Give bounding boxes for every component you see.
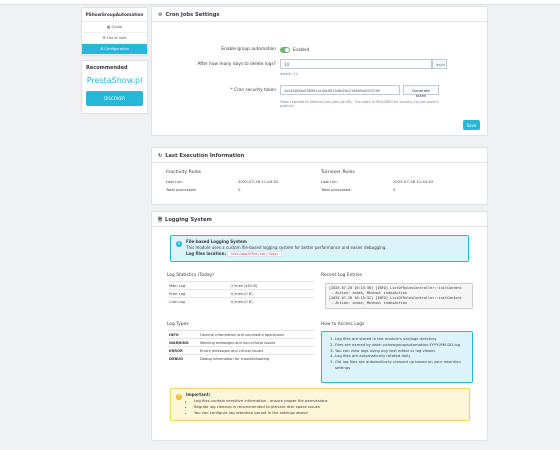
- last-run-label: Last run:: [321, 179, 338, 184]
- access-steps: Log files are stored in the module's var…: [326, 336, 468, 371]
- top-bar: [0, 0, 560, 5]
- days-addon: days: [432, 59, 447, 69]
- recommended-title: Recommended: [86, 65, 128, 71]
- book-icon: ▦: [106, 25, 111, 29]
- table-row: WARNING Warning messages and non-critical…: [167, 338, 315, 347]
- cron-settings-panel: ⚙ Cron Jobs Settings Enable group automat…: [151, 6, 488, 136]
- panel-title: Last Execution Information: [165, 153, 245, 159]
- inactivity-info: Inactivity Rules Last run: 2025-07-28 11:…: [166, 170, 296, 195]
- info-icon: i: [176, 241, 182, 247]
- stats-title: Log Statistics (Today): [167, 273, 214, 278]
- days-help: default: 14: [280, 72, 298, 76]
- enable-state: Enabled: [293, 47, 310, 52]
- stat-value: 0 lines (0 B): [229, 297, 315, 306]
- processed-label: Total processed:: [166, 187, 197, 192]
- history-icon: ↻: [158, 153, 163, 159]
- types-title: Log Types: [167, 322, 189, 327]
- last-run-value: 2025-07-28 11:44:52: [393, 179, 434, 184]
- type-desc: Debug information for troubleshooting: [198, 354, 315, 363]
- stat-name: Error Log: [167, 289, 229, 298]
- list-item: Files are named by date: pshowgroupautom…: [335, 342, 468, 348]
- access-alert: Log files are stored in the module's var…: [321, 331, 473, 383]
- execution-panel: ↻ Last Execution Information Inactivity R…: [151, 147, 488, 205]
- location-path: /var/www/html/var/logs/: [227, 251, 282, 257]
- turnover-info: Turnover Rules Last run: 2025-07-28 11:44…: [321, 170, 451, 195]
- stat-name: Cron Log: [167, 297, 229, 306]
- token-input[interactable]: 2b2d3483be678f85c1a7bd4f612d8d2fe275e6d9…: [280, 85, 400, 95]
- inactivity-heading: Inactivity Rules: [166, 170, 202, 175]
- file-icon: 🗎: [158, 217, 163, 223]
- processed-value: 0: [393, 187, 396, 192]
- logging-info-alert: i File-based Logging System This module …: [170, 235, 469, 262]
- prestashow-logo[interactable]: PrestaShow.pl: [86, 76, 143, 85]
- logging-panel: 🗎 Logging System i File-based Logging Sys…: [151, 211, 488, 441]
- days-label: After how many days to delete logs?: [197, 62, 276, 67]
- module-title: PShowGroupAutomation: [82, 8, 147, 22]
- nav-item-configuration[interactable]: ⚙ Configuration: [82, 44, 147, 55]
- location-label: Log files location:: [186, 251, 227, 256]
- nav-item-label: Configuration: [104, 47, 129, 51]
- list-item: Old log files are automatically cleaned …: [335, 359, 468, 371]
- table-row: Error Log 0 lines (0 B): [167, 289, 315, 298]
- table-row: INFO General information and successful o…: [167, 330, 315, 339]
- important-list: Log files contain sensitive information …: [186, 398, 466, 415]
- panel-heading: ⚙ Cron Jobs Settings: [152, 7, 487, 22]
- enable-label: Enable group automation: [221, 47, 276, 52]
- type-desc: Errors messages and critical issues: [198, 346, 315, 355]
- list-item: You can configure log retention period i…: [194, 410, 466, 416]
- discover-button[interactable]: DISCOVER: [86, 91, 143, 106]
- type-desc: General information and successful opera…: [198, 330, 315, 339]
- save-button[interactable]: Save: [463, 120, 480, 130]
- table-row: DEBUG Debug information for troubleshooti…: [167, 354, 315, 363]
- stat-name: Main Log: [167, 281, 229, 290]
- type-name: ERROR: [167, 346, 198, 355]
- generate-token-button[interactable]: Generate token: [403, 85, 439, 98]
- list-icon: ☰: [102, 36, 106, 40]
- important-alert: ! Important: Log files contain sensitive…: [170, 388, 470, 421]
- stats-table: Main Log 2 lines (452 B) Error Log 0 lines…: [167, 281, 315, 306]
- panel-heading: ↻ Last Execution Information: [152, 148, 487, 163]
- module-nav: PShowGroupAutomation ▦ Guide ☰ List of S…: [81, 7, 148, 56]
- warning-icon: !: [176, 394, 182, 400]
- type-name: INFO: [167, 330, 198, 339]
- stat-value: 0 lines (0 B): [229, 289, 315, 298]
- access-title: How to Access Logs: [321, 322, 365, 327]
- recent-log-box: [2025-07-28 10:15:38] [INFO] ListOfRules…: [325, 283, 473, 309]
- panel-heading: 🗎 Logging System: [152, 212, 487, 227]
- recent-title: Recent Log Entries: [321, 273, 363, 278]
- last-run-label: Last run:: [166, 179, 183, 184]
- table-row: Cron Log 0 lines (0 B): [167, 297, 315, 306]
- cogs-icon: ⚙: [158, 12, 163, 18]
- processed-label: Total processed:: [321, 187, 352, 192]
- cogs-icon: ⚙: [100, 47, 104, 51]
- nav-item-list-of-sold[interactable]: ☰ List of Sold: [82, 33, 147, 44]
- nav-item-guide[interactable]: ▦ Guide: [82, 22, 147, 33]
- module-sidebar: PShowGroupAutomation ▦ Guide ☰ List of S…: [81, 7, 148, 114]
- turnover-heading: Turnover Rules: [321, 170, 355, 175]
- stat-value: 2 lines (452 B): [229, 281, 315, 290]
- types-table: INFO General information and successful o…: [167, 330, 315, 363]
- days-input[interactable]: 14: [280, 59, 432, 69]
- token-help: Token required to execute cron jobs via …: [280, 100, 439, 108]
- token-label: * Cron security token: [230, 88, 276, 93]
- table-row: ERROR Errors messages and critical issues: [167, 346, 315, 355]
- recommended-box: Recommended PrestaShow.pl DISCOVER: [81, 60, 148, 114]
- enable-toggle[interactable]: [280, 47, 290, 53]
- last-run-value: 2025-07-28 11:44:52: [238, 179, 279, 184]
- nav-item-label: Guide: [111, 25, 123, 29]
- type-name: DEBUG: [167, 354, 198, 363]
- type-name: WARNING: [167, 338, 198, 347]
- table-row: Main Log 2 lines (452 B): [167, 281, 315, 290]
- panel-title: Logging System: [165, 217, 212, 223]
- nav-item-label: List of Sold: [106, 36, 127, 40]
- processed-value: 0: [238, 187, 241, 192]
- type-desc: Warning messages and non-critical issues: [198, 338, 315, 347]
- panel-title: Cron Jobs Settings: [165, 12, 220, 18]
